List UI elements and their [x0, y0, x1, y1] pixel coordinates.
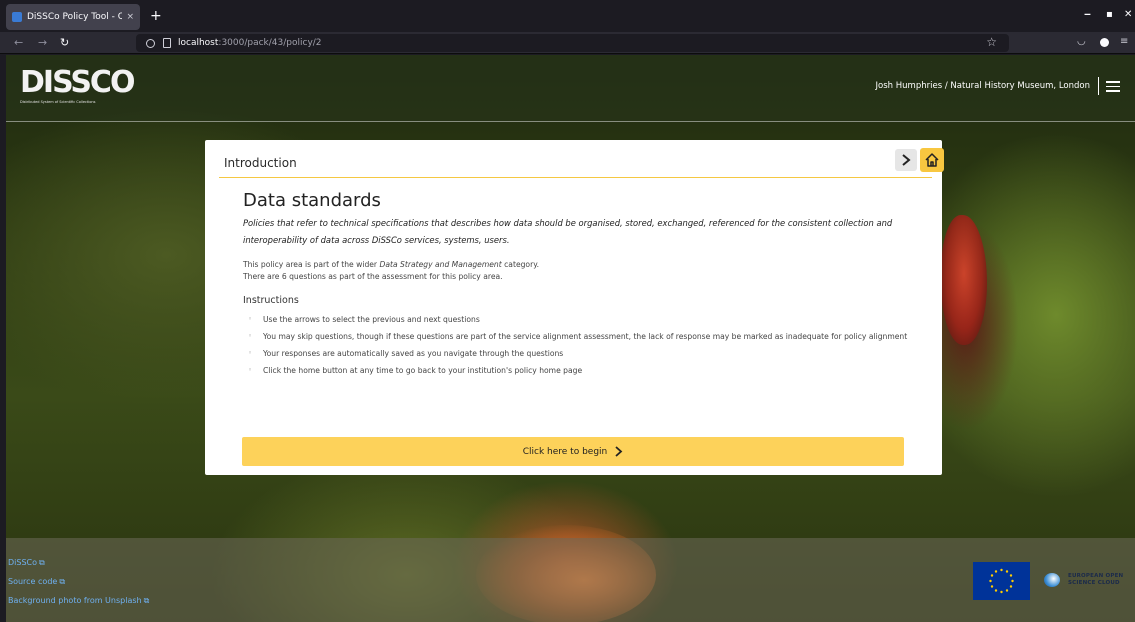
page-info-icon[interactable]: [163, 38, 171, 48]
chevron-right-icon: [902, 154, 911, 166]
header-divider: [1098, 77, 1099, 95]
background-photo-frog-eye: [941, 215, 987, 345]
site-header: DISSCO Distributed System of Scientific …: [6, 55, 1135, 122]
pocket-icon[interactable]: ◡: [1077, 36, 1086, 47]
policy-title: Data standards: [243, 190, 381, 211]
page-background: DISSCO Distributed System of Scientific …: [6, 55, 1135, 622]
minimize-button[interactable]: ‒: [1084, 9, 1091, 20]
reload-icon[interactable]: ↻: [60, 35, 69, 51]
site-footer: DiSSCo ⧉ Source code ⧉ Background photo fr…: [6, 538, 1135, 622]
tab-title: DiSSCo Policy Tool - Que: [27, 12, 123, 22]
begin-button-label: Click here to begin: [522, 446, 608, 457]
favicon-icon: [12, 12, 22, 22]
bookmark-star-icon[interactable]: ☆: [986, 35, 997, 49]
new-tab-button[interactable]: +: [150, 6, 162, 26]
instructions-list: Use the arrows to select the previous an…: [243, 311, 913, 379]
category-name: Data Strategy and Management: [379, 260, 502, 269]
instruction-item: Click the home button at any time to go …: [243, 362, 913, 379]
instructions-title: Instructions: [243, 295, 299, 306]
eosc-logo: EUROPEAN OPEN SCIENCE CLOUD: [1044, 565, 1124, 595]
unsplash-photo-link[interactable]: Background photo from Unsplash ⧉: [8, 596, 149, 606]
user-institution-label: Josh Humphries / Natural History Museum,…: [875, 81, 1090, 91]
external-link-icon: ⧉: [143, 596, 150, 605]
card-header-title: Introduction: [224, 156, 297, 170]
begin-button[interactable]: Click here to begin: [242, 437, 904, 466]
home-button[interactable]: [920, 148, 944, 172]
dissco-link[interactable]: DiSSCo ⧉: [8, 558, 45, 568]
instruction-item: Your responses are automatically saved a…: [243, 345, 913, 362]
account-icon[interactable]: [1100, 38, 1109, 47]
policy-description: Policies that refer to technical specifi…: [243, 218, 893, 245]
tab-close-icon[interactable]: ×: [126, 12, 134, 22]
policy-intro-card: Introduction Data standards Policies tha…: [205, 140, 944, 475]
source-code-link[interactable]: Source code ⧉: [8, 577, 65, 587]
browser-nav-bar: ← → ↻ localhost:3000/pack/43/policy/2 ☆ …: [0, 32, 1135, 54]
eu-flag-logo: [973, 562, 1030, 600]
instruction-item: Use the arrows to select the previous an…: [243, 311, 913, 328]
url-bar[interactable]: localhost:3000/pack/43/policy/2 ☆: [136, 34, 1009, 52]
card-header: Introduction: [219, 140, 944, 178]
external-link-icon: ⧉: [39, 558, 45, 567]
hamburger-menu-icon[interactable]: [1106, 81, 1120, 92]
external-link-icon: ⧉: [59, 577, 66, 586]
question-count-info: There are 6 questions as part of the ass…: [243, 272, 503, 281]
next-question-button[interactable]: [895, 149, 917, 171]
card-content: Data standards Policies that refer to te…: [243, 190, 913, 379]
close-window-button[interactable]: ✕: [1124, 9, 1132, 20]
category-info: This policy area is part of the wider Da…: [243, 260, 540, 269]
tracking-shield-icon[interactable]: [146, 38, 155, 48]
forward-arrow-icon[interactable]: →: [38, 35, 47, 51]
home-icon: [925, 153, 939, 167]
url-text[interactable]: localhost:3000/pack/43/policy/2: [178, 38, 322, 48]
browser-tab-bar: DiSSCo Policy Tool - Que × + ‒ ▪ ✕: [0, 0, 1135, 32]
chevron-right-icon: [615, 446, 623, 457]
app-menu-icon[interactable]: ≡: [1120, 36, 1128, 47]
browser-tab[interactable]: DiSSCo Policy Tool - Que ×: [6, 4, 140, 30]
dissco-logo[interactable]: DISSCO Distributed System of Scientific …: [20, 68, 135, 106]
back-arrow-icon[interactable]: ←: [14, 35, 23, 51]
maximize-button[interactable]: ▪: [1106, 9, 1113, 20]
instruction-item: You may skip questions, though if these …: [243, 328, 913, 345]
eosc-cloud-icon: [1044, 573, 1060, 587]
eu-stars-icon: [989, 568, 1014, 594]
